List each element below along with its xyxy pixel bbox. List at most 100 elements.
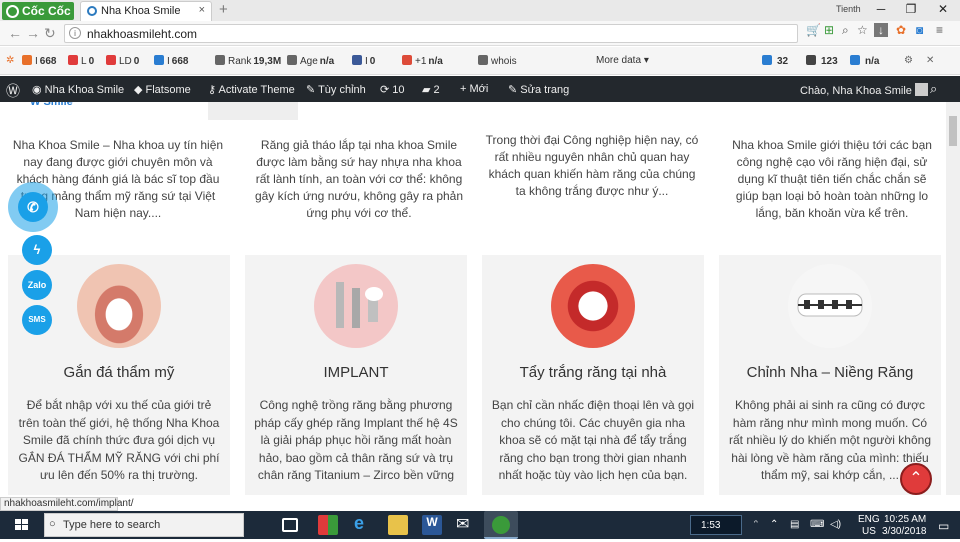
wp-greeting: Chào, Nha Khoa Smile xyxy=(800,85,912,97)
scroll-thumb[interactable] xyxy=(949,116,957,146)
seo-label: LD xyxy=(119,56,132,67)
page-content: W Smile Nha Khoa Smile – Nha khoa uy tín… xyxy=(0,102,946,495)
mail-icon[interactable]: ✉ xyxy=(456,514,476,534)
seo-item[interactable]: n/a xyxy=(850,55,879,67)
messenger-button[interactable]: ϟ xyxy=(22,235,52,265)
wp-site[interactable]: ◉ Nha Khoa Smile xyxy=(32,83,124,96)
more-data-dropdown[interactable]: More data ▾ xyxy=(596,55,649,66)
notifications-icon[interactable]: ▭ xyxy=(938,519,949,533)
start-button[interactable] xyxy=(0,511,44,539)
seo-item[interactable]: I 668 xyxy=(22,55,56,67)
site-logo-icon[interactable]: W Smile xyxy=(30,102,73,108)
wp-comments[interactable]: ▰ 2 xyxy=(422,83,440,96)
wp-updates[interactable]: ⟳ 10 xyxy=(380,83,405,96)
wordpress-icon[interactable]: Ⓦ xyxy=(6,81,20,101)
input-language[interactable]: ENG xyxy=(858,514,880,525)
browser-tab[interactable]: Nha Khoa Smile × xyxy=(80,1,212,21)
wp-new[interactable]: + Mới xyxy=(460,83,488,95)
new-tab-button[interactable]: + xyxy=(219,1,228,18)
tray-chevron-icon[interactable]: ⌃ xyxy=(770,519,778,530)
seo-label: I xyxy=(365,56,368,67)
card-title[interactable]: Gắn đá thẩm mỹ xyxy=(8,364,230,381)
people-icon[interactable]: ᵔ xyxy=(754,519,758,530)
seo-value: 668 xyxy=(39,56,57,67)
network-icon[interactable]: ▤ xyxy=(790,519,799,530)
service-card[interactable]: Chỉnh Nha – Niềng Răng Không phải ai sin… xyxy=(719,255,941,495)
minimize-icon[interactable]: ─ xyxy=(866,2,896,16)
taskbar-search[interactable]: ○ Type here to search xyxy=(44,513,244,537)
back-icon[interactable]: ← xyxy=(8,25,22,41)
gear-icon[interactable]: ⚙ xyxy=(904,55,913,66)
store-icon[interactable] xyxy=(318,515,338,535)
taskbar: ○ Type here to search e W ✉ 1:53 ᵔ ⌃ ▤ ⌨… xyxy=(0,511,960,539)
seo-label: +1 xyxy=(415,56,427,67)
extension-2-icon[interactable]: ◙ xyxy=(916,23,923,37)
extension-icon[interactable]: ✿ xyxy=(896,23,906,37)
wp-customize[interactable]: ✎ Tùy chỉnh xyxy=(306,83,366,96)
bookmark-star-icon[interactable]: ☆ xyxy=(857,23,868,37)
coccoc-task-icon[interactable] xyxy=(484,511,518,539)
media-widget[interactable]: 1:53 xyxy=(690,515,742,535)
service-card[interactable]: IMPLANT Công nghệ trồng răng bằng phương… xyxy=(245,255,467,495)
service-intro-3: Trong thời đại Công nghiệp hiện nay, có … xyxy=(485,133,699,198)
close-window-icon[interactable]: ✕ xyxy=(928,2,958,16)
seo-item[interactable]: Rank 19,3M xyxy=(215,55,281,67)
wp-edit[interactable]: ✎ Sửa trang xyxy=(508,83,569,96)
task-view-icon[interactable] xyxy=(282,518,298,532)
tab-close-icon[interactable]: × xyxy=(199,4,205,16)
tab-title: Nha Khoa Smile xyxy=(101,5,181,17)
forward-icon[interactable]: → xyxy=(26,25,40,41)
browser-brand[interactable]: Cốc Cốc xyxy=(2,2,74,20)
seo-item[interactable]: 123 xyxy=(806,55,838,67)
call-button[interactable]: ✆ xyxy=(8,182,58,232)
search-icon[interactable]: ⌕ xyxy=(930,81,937,97)
zalo-button[interactable]: Zalo xyxy=(22,270,52,300)
volume-icon[interactable]: ◁) xyxy=(830,519,841,530)
coccoc-logo-icon xyxy=(492,516,510,534)
translate-icon[interactable]: ⊞ xyxy=(824,23,834,37)
wp-comments-count: 2 xyxy=(433,84,440,96)
keyboard-icon[interactable]: ⌨ xyxy=(810,519,824,530)
maximize-icon[interactable]: ❐ xyxy=(896,2,926,16)
seo-item[interactable]: 32 xyxy=(762,55,788,67)
close-icon[interactable]: ✕ xyxy=(926,55,934,66)
seo-item[interactable]: I0 xyxy=(352,55,375,67)
wp-activate[interactable]: ⚷ Activate Theme xyxy=(208,83,295,96)
sms-button[interactable]: SMS xyxy=(22,305,52,335)
smile-image xyxy=(77,264,161,348)
search-icon: ○ xyxy=(49,518,56,530)
site-info-icon[interactable]: i xyxy=(69,27,81,39)
word-icon[interactable]: W xyxy=(422,515,442,535)
service-card[interactable]: Tẩy trắng răng tại nhà Bạn chỉ cần nhấc … xyxy=(482,255,704,495)
browser-user[interactable]: Tienth xyxy=(836,4,861,14)
address-url[interactable]: nhakhoasmileht.com xyxy=(87,27,197,41)
messenger-icon: ϟ xyxy=(33,242,41,257)
card-title[interactable]: Chỉnh Nha – Niềng Răng xyxy=(719,364,941,381)
wp-account[interactable]: Chào, Nha Khoa Smile xyxy=(800,83,928,97)
address-bar[interactable]: i nhakhoasmileht.com xyxy=(64,24,798,43)
reload-icon[interactable]: ↻ xyxy=(44,25,56,42)
seo-item[interactable]: whois xyxy=(478,55,517,67)
cart-icon[interactable]: 🛒 xyxy=(806,23,821,37)
clock-time[interactable]: 10:25 AM xyxy=(884,514,926,525)
zoom-icon[interactable]: ⌕ xyxy=(842,23,849,38)
menu-icon[interactable]: ≡ xyxy=(936,23,943,37)
seo-item[interactable]: LD 0 xyxy=(106,55,139,67)
card-title[interactable]: Tẩy trắng răng tại nhà xyxy=(482,364,704,381)
card-title[interactable]: IMPLANT xyxy=(245,364,467,381)
wp-site-label: Nha Khoa Smile xyxy=(44,84,125,96)
seo-item[interactable]: L0 xyxy=(68,55,94,67)
download-icon[interactable]: ↓ xyxy=(874,23,888,37)
seo-item[interactable]: +1 n/a xyxy=(402,55,443,67)
seo-item[interactable]: Age n/a xyxy=(287,55,334,67)
wp-theme[interactable]: ◆ Flatsome xyxy=(134,83,191,96)
seoquake-icon[interactable]: ✲ xyxy=(6,55,14,66)
seo-item[interactable]: I 668 xyxy=(154,55,188,67)
input-region[interactable]: US xyxy=(862,526,876,537)
seo-value: 19,3M xyxy=(253,56,282,67)
back-to-top-button[interactable]: ⌃ xyxy=(900,463,932,495)
file-explorer-icon[interactable] xyxy=(388,515,408,535)
edge-icon[interactable]: e xyxy=(354,513,374,533)
vertical-scrollbar[interactable] xyxy=(946,102,960,495)
clock-date[interactable]: 3/30/2018 xyxy=(882,526,927,537)
